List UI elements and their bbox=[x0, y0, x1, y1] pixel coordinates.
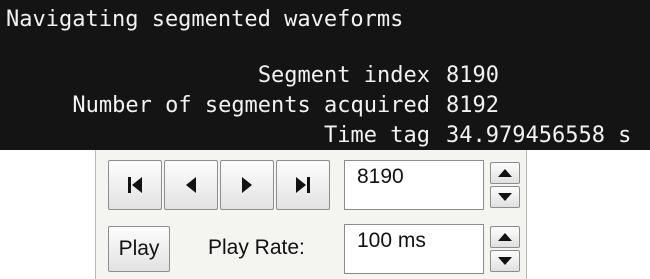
arrow-up-icon bbox=[498, 228, 512, 246]
segment-increment-button[interactable] bbox=[490, 162, 520, 184]
play-rate-spinner bbox=[490, 226, 520, 272]
play-rate-label: Play Rate: bbox=[208, 236, 305, 259]
segment-index-input[interactable]: 8190 bbox=[344, 160, 484, 210]
last-segment-button[interactable] bbox=[276, 160, 330, 210]
play-button[interactable]: Play bbox=[108, 226, 170, 272]
segment-index-label: Segment index bbox=[257, 63, 430, 88]
next-segment-button[interactable] bbox=[220, 160, 274, 210]
arrow-down-icon bbox=[498, 188, 512, 206]
play-rate-decrement-button[interactable] bbox=[490, 250, 520, 272]
time-tag-value: 34.979456558 s bbox=[446, 123, 632, 148]
play-rate-input[interactable]: 100 ms bbox=[344, 224, 484, 274]
next-icon bbox=[241, 176, 253, 194]
previous-segment-button[interactable] bbox=[164, 160, 218, 210]
segment-decrement-button[interactable] bbox=[490, 186, 520, 208]
segment-index-spinner bbox=[490, 162, 520, 208]
skip-to-last-icon bbox=[295, 176, 311, 194]
segment-index-value: 8190 bbox=[446, 63, 499, 88]
arrow-up-icon bbox=[498, 164, 512, 182]
time-tag-label: Time tag bbox=[324, 123, 430, 148]
segment-nav-buttons bbox=[108, 160, 332, 210]
play-rate-increment-button[interactable] bbox=[490, 226, 520, 248]
previous-icon bbox=[185, 176, 197, 194]
waveform-info-panel: Navigating segmented waveforms Segment i… bbox=[0, 0, 650, 150]
segment-navigation-controls: 8190 Play Play Rate: 100 ms bbox=[95, 150, 527, 279]
arrow-down-icon bbox=[498, 252, 512, 270]
first-segment-button[interactable] bbox=[108, 160, 162, 210]
segments-acquired-value: 8192 bbox=[446, 93, 499, 118]
segments-acquired-label: Number of segments acquired bbox=[72, 93, 430, 118]
skip-to-first-icon bbox=[127, 176, 143, 194]
panel-title: Navigating segmented waveforms bbox=[6, 7, 404, 32]
